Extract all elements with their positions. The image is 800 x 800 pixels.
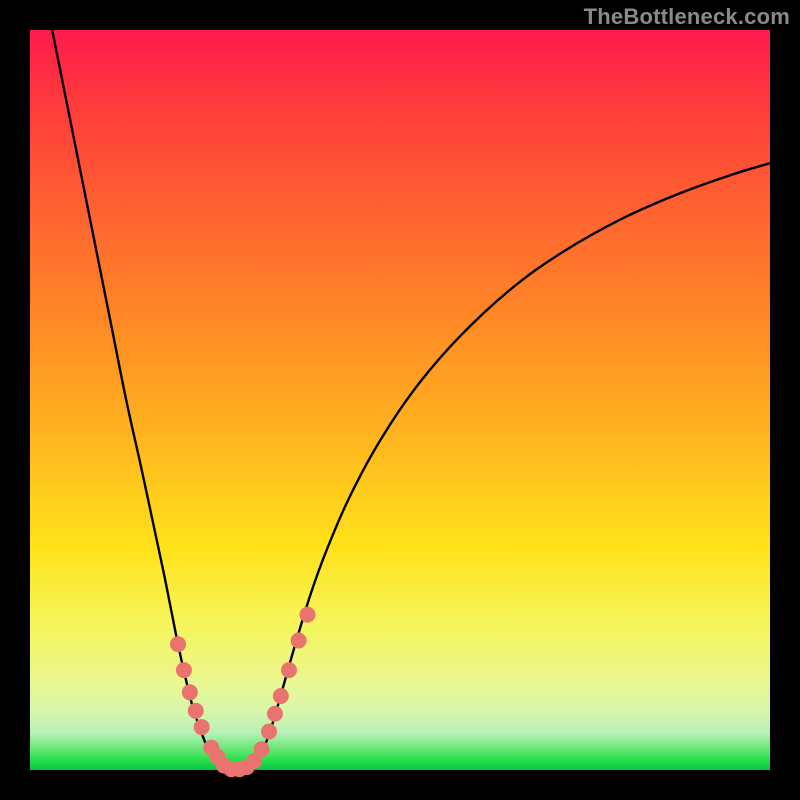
data-marker: [300, 607, 316, 623]
data-marker: [182, 684, 198, 700]
data-marker: [261, 724, 277, 740]
data-marker: [254, 741, 270, 757]
data-marker: [273, 688, 289, 704]
data-marker: [281, 662, 297, 678]
curves-overlay: [0, 0, 800, 800]
data-marker: [188, 703, 204, 719]
data-marker: [176, 662, 192, 678]
data-marker: [291, 633, 307, 649]
data-marker: [170, 636, 186, 652]
bottleneck-curve: [52, 30, 770, 770]
data-marker: [267, 706, 283, 722]
chart-frame: TheBottleneck.com: [0, 0, 800, 800]
data-marker: [194, 719, 210, 735]
